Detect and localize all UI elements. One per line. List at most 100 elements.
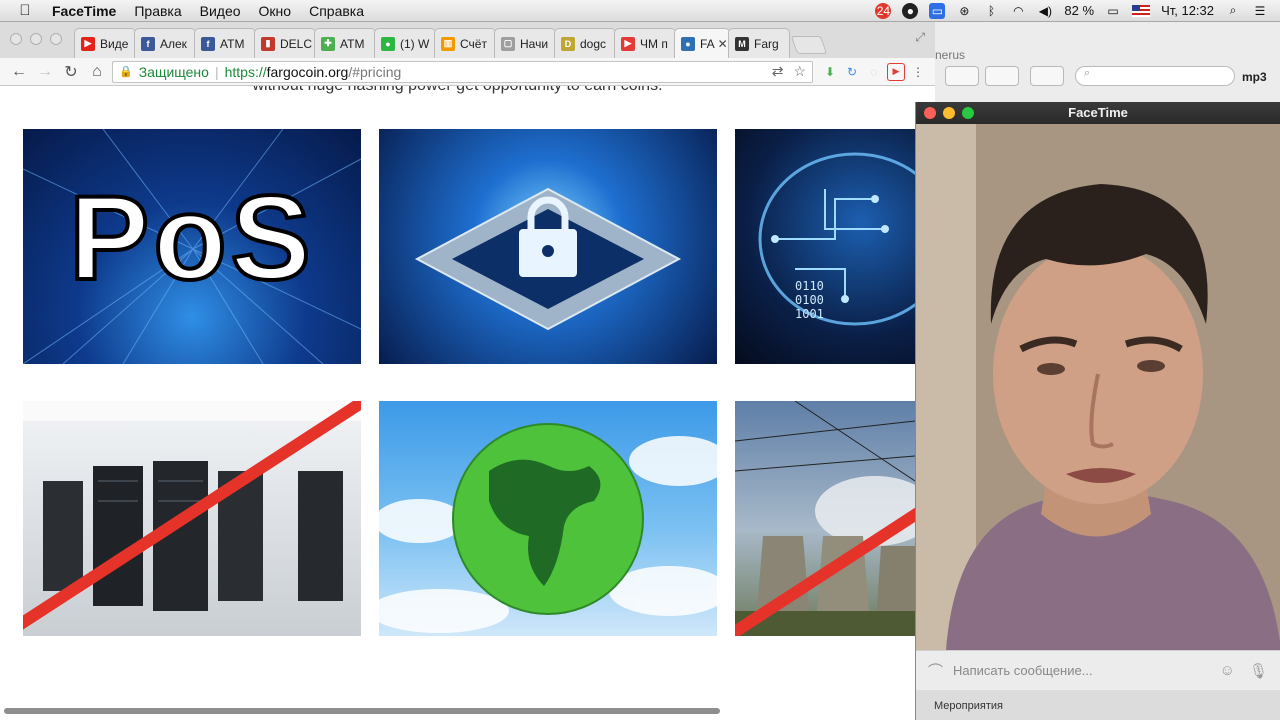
share-icon[interactable] [985, 66, 1019, 86]
notification-badge-icon[interactable]: 24 [875, 2, 892, 19]
tab-label: ЧМ п [640, 36, 668, 51]
notification-center-icon[interactable]: ☰ [1252, 3, 1268, 19]
record-icon[interactable]: ● [902, 2, 919, 19]
fargo-dot-icon: ● [681, 36, 695, 51]
browser-window: ▶ Виде f Алек f ATM ▮ DELC ✚ ATM ● (1) W ▥ Счёт ▢ Начи D… [0, 22, 935, 720]
toggle-icon[interactable] [1030, 66, 1064, 86]
attachment-icon[interactable]: ⌒ [928, 660, 943, 681]
address-bar[interactable]: 🔒 Защищено | https:// fargocoin.org /#pr… [112, 60, 813, 83]
browser-tab[interactable]: ● FA ✕ [674, 28, 730, 58]
facetime-window-controls [924, 107, 974, 119]
browser-tab[interactable]: f ATM [194, 28, 256, 58]
tab-label: ATM [340, 36, 365, 51]
menu-help[interactable]: Справка [300, 3, 373, 19]
tab-strip: ▶ Виде f Алек f ATM ▮ DELC ✚ ATM ● (1) W ▥ Счёт ▢ Начи D… [0, 22, 935, 58]
browser-tab[interactable]: M Farg [728, 28, 790, 58]
browser-tab[interactable]: ▮ DELC [254, 28, 316, 58]
analytics-icon: ▥ [441, 36, 455, 51]
sync-icon[interactable]: ⊛ [956, 3, 972, 19]
tab-label: (1) W [400, 36, 430, 51]
tab-label: Алек [160, 36, 187, 51]
facetime-close-button[interactable] [924, 107, 936, 119]
apple-icon[interactable]:  [0, 2, 50, 19]
tab-label: Виде [100, 36, 129, 51]
microphone-icon[interactable]: 🎙 [1249, 662, 1268, 680]
reload-icon[interactable]: ↻ [60, 61, 82, 83]
server-room-crossed-image [23, 401, 361, 636]
facetime-video[interactable] [916, 124, 1280, 650]
sync-extension-icon[interactable]: ↻ [843, 63, 861, 81]
new-tab-button[interactable] [790, 36, 828, 54]
tab-label: ATM [220, 36, 245, 51]
screen-share-icon[interactable]: ▭ [929, 2, 946, 19]
youtube-icon: ▶ [81, 36, 95, 51]
page-icon: ▢ [501, 36, 515, 51]
battery-icon[interactable]: ▭ [1105, 3, 1121, 19]
bluetooth-icon[interactable]: ᛒ [983, 3, 999, 19]
zoom-window-button[interactable] [50, 33, 62, 45]
close-tab-icon[interactable]: ✕ [718, 37, 728, 51]
download-extension-icon[interactable]: ⬇ [821, 63, 839, 81]
url-scheme: https:// [224, 63, 267, 80]
emoji-icon[interactable]: ☺ [1220, 662, 1235, 680]
facetime-title: FaceTime [1068, 105, 1128, 120]
facetime-zoom-button[interactable] [962, 107, 974, 119]
clock[interactable]: Чт, 12:32 [1161, 3, 1214, 18]
tabs: ▶ Виде f Алек f ATM ▮ DELC ✚ ATM ● (1) W ▥ Счёт ▢ Начи D… [74, 28, 790, 58]
horizontal-scrollbar[interactable] [4, 708, 720, 714]
browser-tab[interactable]: ▥ Счёт [434, 28, 496, 58]
power-plant-crossed-image [735, 401, 915, 636]
bookmark-star-icon[interactable]: ☆ [793, 63, 806, 80]
window-controls [10, 33, 62, 45]
binary-text: 0110 0100 1001 [795, 279, 824, 321]
back-icon[interactable]: ← [8, 61, 30, 83]
us-flag-icon[interactable] [1132, 4, 1151, 17]
tab-label: Начи [520, 36, 549, 51]
message-input[interactable]: Написать сообщение... [953, 663, 1093, 678]
background-window: nerus ⌕ mp3 [935, 22, 1280, 102]
home-icon[interactable]: ⌂ [86, 61, 108, 83]
facebook-icon: f [141, 36, 155, 51]
lock-icon[interactable]: 🔒 [119, 65, 133, 78]
browser-tab[interactable]: ▢ Начи [494, 28, 556, 58]
background-window-title: nerus [935, 48, 966, 62]
browser-tab[interactable]: Ddogc [554, 28, 616, 58]
browser-tab[interactable]: f Алек [134, 28, 196, 58]
dogecoin-icon: D [561, 36, 575, 51]
secure-chip-image [379, 129, 717, 364]
browser-tab[interactable]: ● (1) W [374, 28, 436, 58]
facetime-minimize-button[interactable] [943, 107, 955, 119]
tab-label: dogc [580, 36, 607, 51]
browser-tab[interactable]: ▶ Виде [74, 28, 136, 58]
browser-tab[interactable]: ▶ ЧМ п [614, 28, 676, 58]
menu-window[interactable]: Окно [250, 3, 301, 19]
power-plant-graphic [735, 401, 915, 636]
restore-icon[interactable]: ⤢ [915, 30, 925, 45]
earth-graphic [379, 423, 717, 633]
atm-plus-icon: ✚ [321, 36, 335, 51]
translate-icon[interactable]: ⇄ [772, 63, 784, 80]
menu-app-name[interactable]: FaceTime [50, 3, 125, 19]
secure-label: Защищено [138, 63, 209, 80]
circuit-brain-image: 0110 0100 1001 [735, 129, 915, 364]
video-extension-icon[interactable]: ▶ [887, 62, 905, 81]
background-search-input[interactable]: ⌕ [1075, 66, 1235, 86]
disabled-extension-icon[interactable]: ◌ [865, 63, 883, 81]
browser-tab[interactable]: ✚ ATM [314, 28, 376, 58]
minimize-window-button[interactable] [30, 33, 42, 45]
background-window-button[interactable] [945, 66, 979, 86]
wifi-icon[interactable]: ◠ [1010, 3, 1026, 19]
facetime-titlebar: FaceTime [916, 102, 1280, 124]
address-separator: | [214, 63, 219, 80]
menu-edit[interactable]: Правка [125, 3, 190, 19]
spotlight-search-icon[interactable]: ⌕ [1225, 3, 1241, 19]
chrome-menu-icon[interactable]: ⋮ [909, 63, 927, 81]
volume-icon[interactable]: ◀) [1037, 3, 1053, 19]
section-description: without huge hashing power get opportuni… [0, 86, 915, 95]
close-window-button[interactable] [10, 33, 22, 45]
tab-label: FA [700, 36, 715, 51]
url-path: /#pricing [348, 63, 402, 80]
menu-video[interactable]: Видео [191, 3, 250, 19]
battery-percent: 82 % [1064, 3, 1095, 18]
forward-icon[interactable]: → [34, 61, 56, 83]
